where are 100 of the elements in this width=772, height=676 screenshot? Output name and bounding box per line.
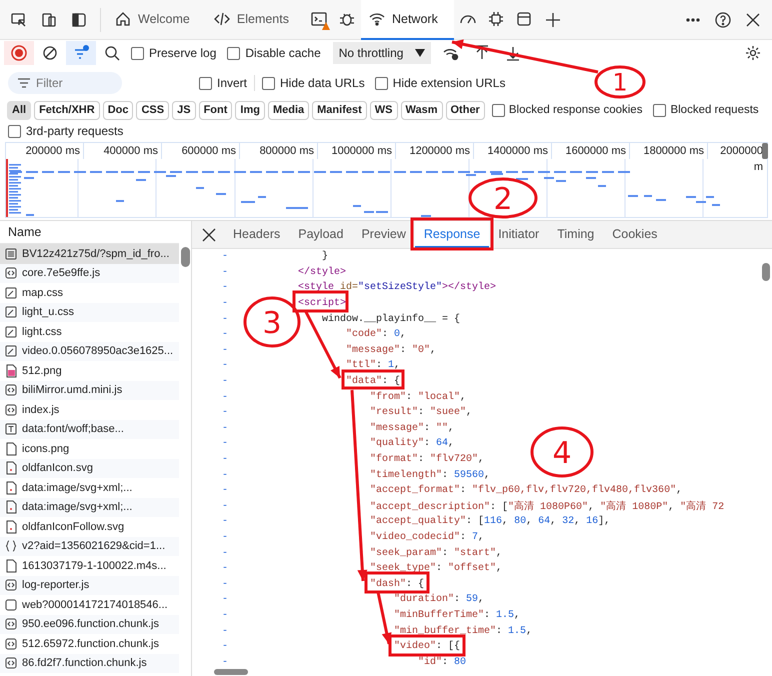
line-marker: -	[221, 500, 230, 512]
type-filter-button[interactable]: WS	[370, 100, 398, 120]
device-icon[interactable]	[40, 10, 58, 28]
line-marker: -	[221, 656, 230, 668]
request-row[interactable]: data:image/svg+xml;...	[0, 498, 179, 517]
checkbox[interactable]	[653, 104, 666, 116]
request-row[interactable]: 86.fd2f7.function.chunk.js	[0, 654, 179, 673]
annotation-number: 2	[493, 182, 513, 217]
type-filter-button[interactable]: Media	[268, 100, 310, 120]
type-filter-button[interactable]: Font	[198, 100, 232, 120]
font-file-icon	[5, 422, 17, 436]
request-row[interactable]: oldfanIconFollow.svg	[0, 517, 179, 536]
detail-tab[interactable]: Preview	[352, 221, 415, 248]
request-row[interactable]: core.7e5e9ffe.js	[0, 264, 179, 283]
type-filter-button[interactable]: Fetch/XHR	[34, 100, 100, 120]
type-filter-button[interactable]: Wasm	[400, 100, 442, 120]
type-filter-button[interactable]: Doc	[102, 100, 134, 120]
request-row[interactable]: video.0.056078950ac3e1625...	[0, 342, 179, 361]
throttling-dropdown[interactable]: No throttling	[332, 42, 432, 64]
request-row[interactable]: 1613037179-1-100022.m4s...	[0, 556, 179, 576]
request-row[interactable]: icons.png	[0, 439, 179, 458]
request-row[interactable]: oldfanIcon.svg	[0, 458, 179, 478]
script-file-icon	[5, 656, 17, 670]
request-row[interactable]: v2?aid=1356021629&cid=1...	[0, 536, 179, 556]
request-row[interactable]: BV12z421z75d/?spm_id_fro...	[0, 244, 179, 264]
detail-tab[interactable]: Initiator	[489, 221, 548, 248]
house-icon[interactable]	[114, 10, 132, 28]
request-row[interactable]: 512.png	[0, 361, 179, 380]
checkbox[interactable]	[492, 104, 505, 116]
request-row[interactable]: log-reporter.js	[0, 576, 179, 595]
line-marker: -	[221, 314, 230, 325]
help-icon[interactable]	[714, 10, 732, 28]
filter-field[interactable]: Filter	[8, 72, 122, 94]
request-row[interactable]: light_u.css	[0, 302, 179, 322]
checkbox[interactable]	[262, 76, 276, 90]
code-line: "accept_quality": [116, 80, 64, 32, 16],	[370, 516, 610, 528]
request-row[interactable]: data:image/svg+xml;...	[0, 478, 179, 498]
code-line: "accept_description": ["高清 1080P60", "高清 1080P", "高清 72	[370, 500, 724, 514]
type-filter-button[interactable]: Img	[235, 100, 265, 120]
column-header[interactable]: Name	[8, 225, 42, 239]
checkbox[interactable]	[199, 76, 212, 90]
detail-tab[interactable]: Cookies	[603, 221, 666, 248]
script-file-icon	[5, 266, 17, 280]
type-filter-button[interactable]: Manifest	[312, 100, 367, 120]
code-line: "dash": {	[370, 578, 424, 590]
dock-icon[interactable]	[70, 10, 88, 28]
script-file-icon	[5, 617, 17, 632]
add-icon[interactable]	[544, 10, 562, 28]
panel-tab[interactable]: Network	[360, 0, 454, 40]
request-row[interactable]: map.css	[0, 283, 179, 302]
detail-tab[interactable]: Payload	[289, 221, 352, 248]
detail-tab[interactable]: Headers	[224, 221, 290, 248]
line-marker: -	[221, 376, 230, 388]
code-line: "format": "flv720",	[370, 454, 484, 466]
code-line: "minBufferTime": 1.5,	[394, 610, 520, 621]
request-row[interactable]: web?000014172174018546...	[0, 595, 179, 614]
type-filter-button[interactable]: CSS	[136, 100, 170, 120]
window-icon[interactable]	[514, 10, 533, 28]
inspect-icon[interactable]	[10, 10, 28, 28]
checkbox[interactable]	[131, 46, 144, 60]
line-marker: -	[221, 626, 230, 637]
detail-tab[interactable]: Response	[414, 221, 490, 248]
stylesheet-file-icon	[5, 286, 17, 300]
search-icon[interactable]	[103, 44, 121, 62]
request-row[interactable]: index.js	[0, 400, 179, 420]
code-line: "result": "suee",	[370, 407, 472, 418]
type-filter-button[interactable]: JS	[172, 100, 196, 120]
type-filter-button[interactable]: Other	[446, 100, 485, 120]
close-icon[interactable]	[744, 10, 762, 28]
record-icon[interactable]	[10, 44, 28, 62]
line-marker: -	[221, 251, 230, 262]
line-marker: -	[221, 438, 230, 450]
checkbox-label: Blocked requests	[670, 104, 759, 116]
panel-tab[interactable]: Elements	[206, 0, 305, 40]
checkbox[interactable]	[8, 124, 21, 138]
svg-file-icon	[5, 461, 17, 476]
range-handle[interactable]	[762, 143, 768, 159]
code-line: "message": "",	[370, 422, 454, 434]
svg-file-icon	[5, 480, 17, 495]
checkbox[interactable]	[227, 46, 240, 60]
settings-icon[interactable]	[744, 44, 762, 62]
line-marker: -	[221, 422, 230, 434]
console-icon[interactable]	[310, 10, 328, 28]
document-icon	[5, 246, 17, 261]
request-row[interactable]: 950.ee096.function.chunk.js	[0, 614, 179, 634]
request-row[interactable]: 512.65972.function.chunk.js	[0, 634, 179, 654]
detail-tab[interactable]: Timing	[548, 221, 604, 248]
request-row[interactable]: light.css	[0, 322, 179, 342]
time-tick-label: 1800000 ms	[643, 145, 704, 157]
code-line: "duration": 59,	[394, 594, 484, 606]
panel-tab[interactable]: Welcome	[107, 0, 206, 40]
clear-icon[interactable]	[41, 44, 59, 62]
chip-icon[interactable]	[486, 10, 505, 28]
type-filter-button[interactable]: All	[7, 100, 32, 120]
line-marker: -	[221, 548, 230, 559]
request-row[interactable]: data:font/woff;base...	[0, 420, 179, 439]
checkbox-label: 3rd-party requests	[26, 124, 124, 138]
close-icon[interactable]	[200, 226, 218, 244]
request-row[interactable]: biliMirror.umd.mini.js	[0, 380, 179, 400]
checkbox[interactable]	[374, 76, 388, 90]
